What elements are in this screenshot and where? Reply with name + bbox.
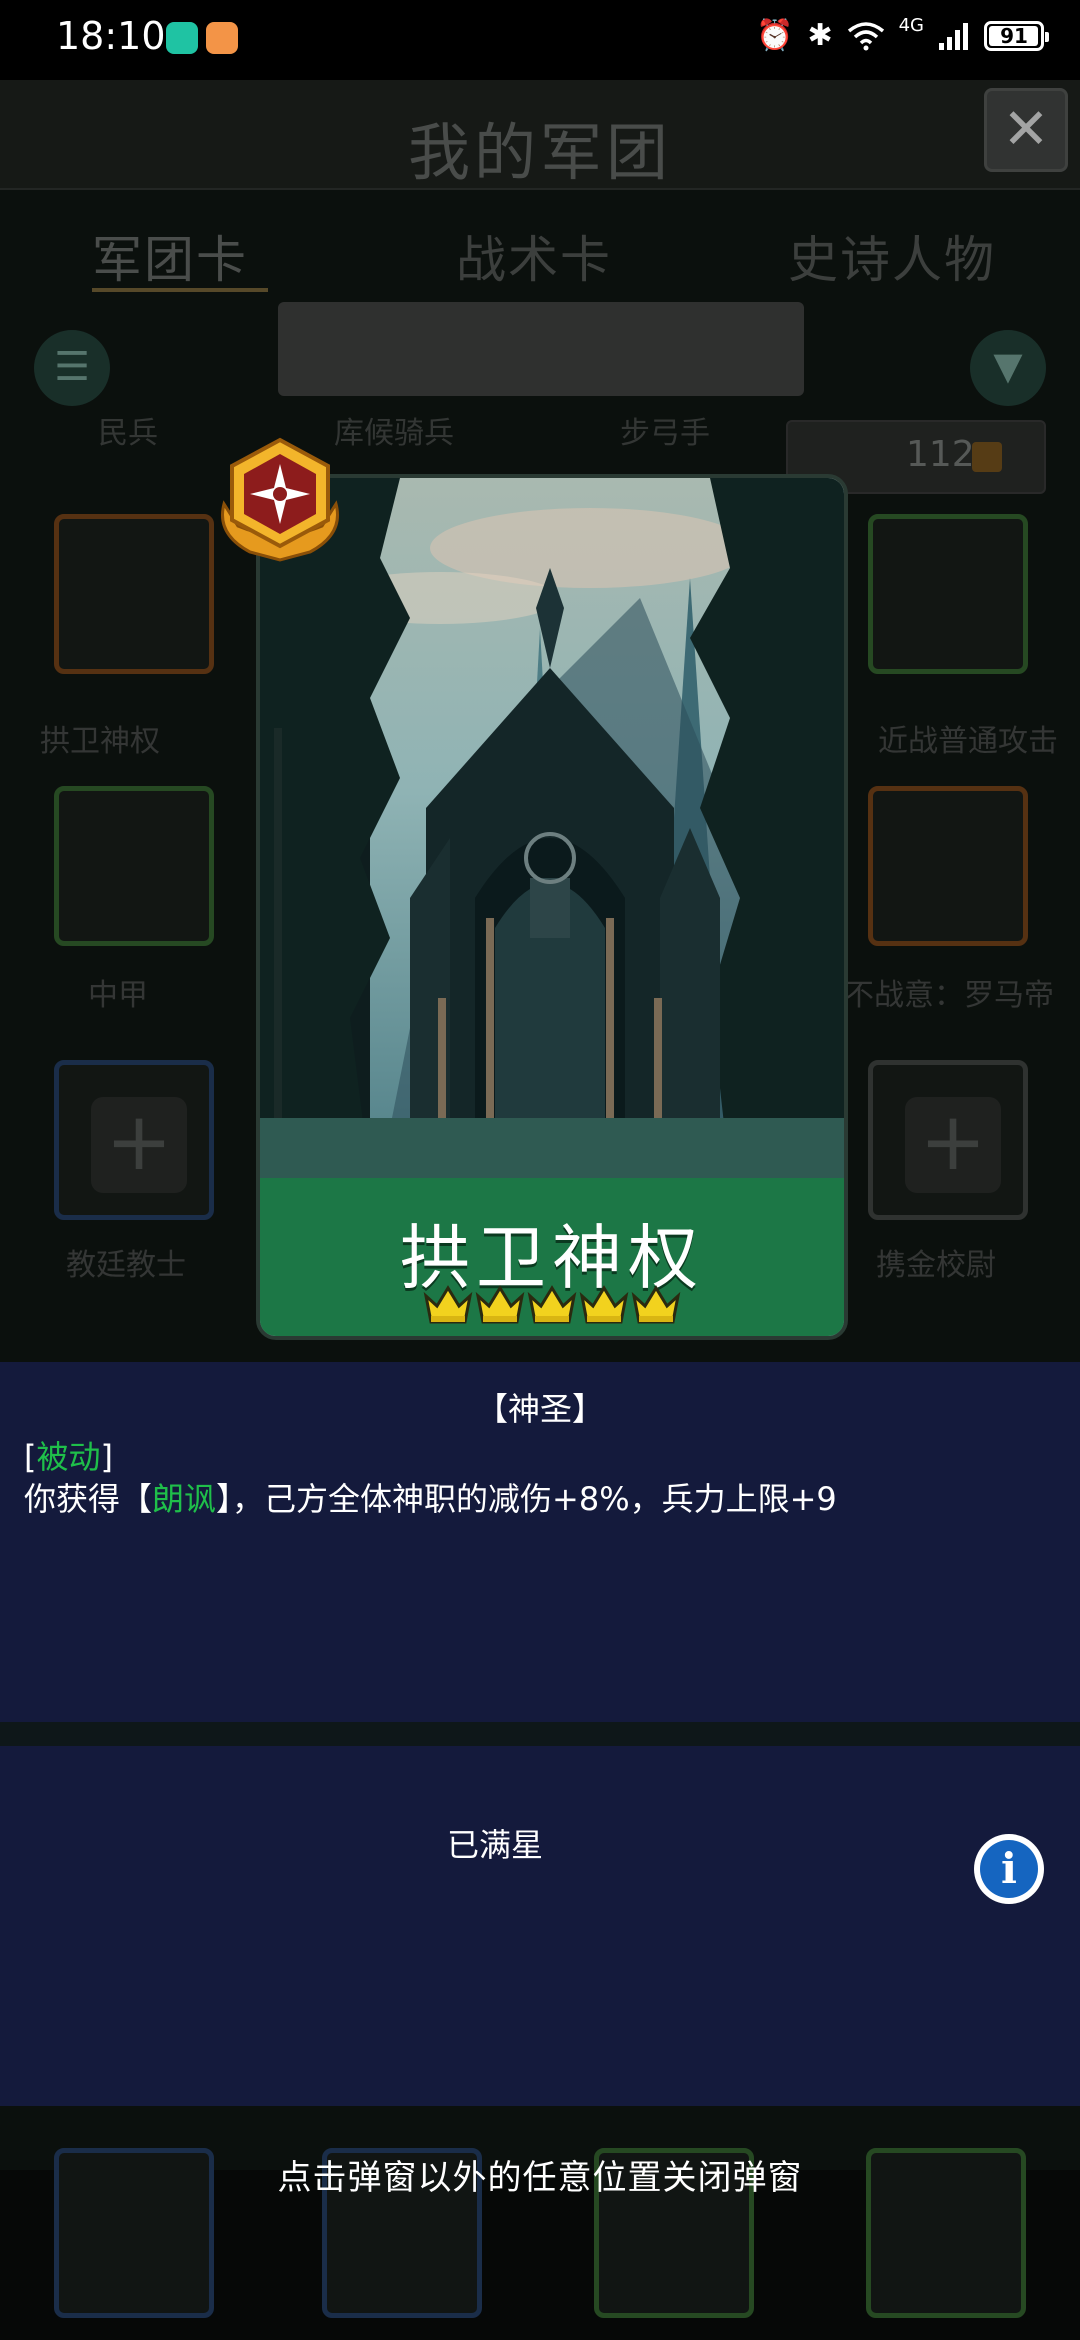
star-upgrade-panel: 已满星 i <box>0 1746 1080 2106</box>
signal-icon <box>939 22 968 50</box>
skill-description: 你获得【朗讽】，己方全体神职的减伤+8%，兵力上限+9 <box>24 1480 837 1518</box>
skill-type: [被动] <box>24 1438 113 1476</box>
crown-icon <box>631 1285 681 1324</box>
alarm-icon: ⏰ <box>756 18 794 53</box>
notification-app-icon <box>166 22 198 54</box>
notification-app-icon <box>206 22 238 54</box>
crown-icon <box>579 1285 629 1324</box>
skill-keyword[interactable]: 朗讽 <box>152 1480 216 1518</box>
cathedral-illustration <box>260 478 844 1178</box>
card-name-band: 拱卫神权 <box>260 1178 844 1336</box>
network-type: 4G <box>898 15 924 36</box>
crown-icon <box>527 1285 577 1324</box>
star-status: 已满星 <box>446 1826 543 1864</box>
wifi-icon <box>847 21 884 50</box>
card-detail: 拱卫神权 <box>256 474 848 1340</box>
status-icons: ⏰ ✱ 4G 91 <box>756 15 1049 53</box>
crown-icon <box>475 1285 525 1324</box>
star-rating <box>260 1282 844 1326</box>
info-button[interactable]: i <box>974 1834 1044 1904</box>
battery-level: 91 <box>1000 23 1028 48</box>
info-icon: i <box>980 1840 1038 1898</box>
battery-icon: 91 <box>984 20 1049 51</box>
card-category: 【神圣】 <box>475 1390 604 1428</box>
status-time: 18:10 <box>56 14 166 58</box>
card-description-panel: 【神圣】 [被动] 你获得【朗讽】，己方全体神职的减伤+8%，兵力上限+9 <box>0 1362 1080 1722</box>
status-bar: 18:10 ⏰ ✱ 4G 91 <box>0 0 1080 80</box>
rarity-badge-icon <box>221 437 339 562</box>
crown-icon <box>423 1285 473 1324</box>
close-hint: 点击弹窗以外的任意位置关闭弹窗 <box>277 2158 803 2198</box>
skill-type-label: 被动 <box>36 1438 101 1476</box>
bluetooth-icon: ✱ <box>807 18 833 53</box>
